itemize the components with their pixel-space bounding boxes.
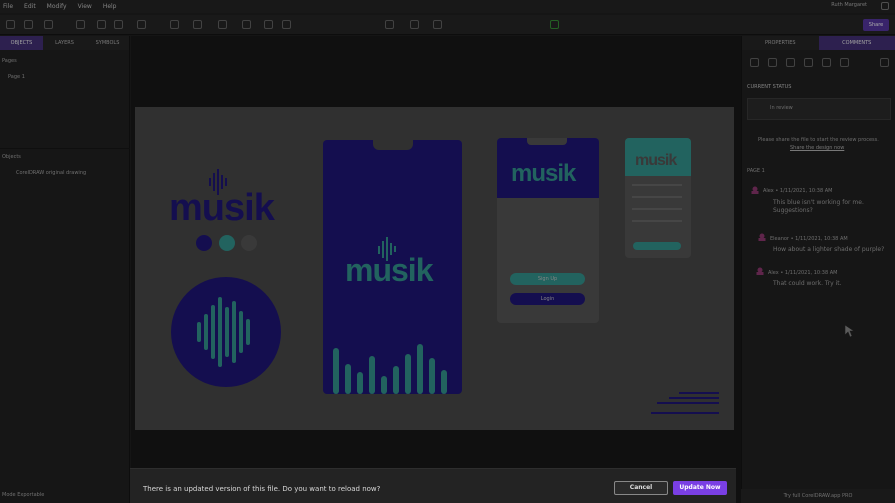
undo-icon[interactable] [24,20,33,29]
review-note: Please share the file to start the revie… [758,137,879,143]
status-value: In review [770,105,793,111]
comment-text: This blue isn't working for me. Suggesti… [773,199,864,214]
menu-edit[interactable]: Edit [24,3,36,10]
zoom-icon[interactable] [76,20,85,29]
tab-symbols[interactable]: SYMBOLS [86,36,129,50]
cancel-button[interactable]: Cancel [614,481,668,495]
login-header: musik [497,138,599,198]
form-line [632,184,682,186]
form-wordmark: musik [635,152,677,169]
phone-form-mock: musik [625,138,691,258]
pages-label: Pages [2,58,17,64]
menu-help[interactable]: Help [103,3,117,10]
divider [0,148,130,149]
menu-view[interactable]: View [78,3,92,10]
user-avatar-icon [756,267,764,275]
menu-modify[interactable]: Modify [47,3,67,10]
text-tool-icon[interactable] [264,20,273,29]
user-avatar-icon [751,186,759,194]
share-design-link[interactable]: Share the design now [790,145,844,151]
user-icon[interactable] [881,2,889,10]
phone-equalizer [333,344,447,394]
right-panel: PROPERTIES COMMENTS CURRENT STATUS In re… [741,36,895,503]
status-section-title: CURRENT STATUS [747,84,792,90]
objects-label: Objects [2,154,21,160]
settings-icon[interactable] [880,58,889,67]
form-line [632,220,682,222]
login-pill: Login [510,293,585,305]
comment-text: How about a lighter shade of purple? [773,246,885,253]
user-avatar-icon [758,233,766,241]
login-wordmark: musik [511,160,576,187]
share-button[interactable]: Share [863,19,889,31]
left-panel: OBJECTS LAYERS SYMBOLS Pages Page 1 Obje… [0,36,130,503]
update-notification-bar: There is an updated version of this file… [130,468,736,503]
comment-author: Alex • 1/11/2021, 10:38 AM [768,270,838,276]
form-button [633,242,681,250]
app-icon[interactable] [6,20,15,29]
tab-layers[interactable]: LAYERS [43,36,86,50]
pointer-tool-icon[interactable] [170,20,179,29]
phone-splash-mock: musik [323,140,462,394]
align-icon[interactable] [385,20,394,29]
toolbar: Share [0,15,895,35]
phone-login-mock: musik Sign Up Login [497,138,599,323]
form-line [632,196,682,198]
pin-icon[interactable] [786,58,795,67]
mouse-cursor-icon [844,324,854,338]
menu-bar: File Edit Modify View Help Ruth Margaret [0,0,895,13]
tab-comments[interactable]: COMMENTS [818,36,895,50]
export-icon[interactable] [114,20,123,29]
login-notch [527,138,567,145]
comment-author: Eleanor • 1/11/2021, 10:38 AM [770,236,848,242]
print-icon[interactable] [97,20,106,29]
comment-tool-icon[interactable] [750,58,759,67]
ellipse-icon[interactable] [840,58,849,67]
tab-properties[interactable]: PROPERTIES [742,36,819,50]
upgrade-banner[interactable]: Try full CorelDRAW.app PRO [741,489,895,503]
user-menu[interactable]: Ruth Margaret [831,2,867,8]
snap-icon[interactable] [137,20,146,29]
artboard[interactable]: musik musik musik Sign Up Login musik [135,107,734,430]
shape-tool-icon[interactable] [193,20,202,29]
mode-label: Mode Exportable [2,492,45,498]
footer-note [651,392,721,416]
redo-icon[interactable] [44,20,53,29]
tab-objects[interactable]: OBJECTS [0,36,43,50]
status-dropdown[interactable]: In review [747,98,891,120]
crop-tool-icon[interactable] [242,20,251,29]
form-line [632,208,682,210]
update-now-button[interactable]: Update Now [673,481,727,495]
swatch-teal [219,235,235,251]
pen-tool-icon[interactable] [218,20,227,29]
pen-icon[interactable] [768,58,777,67]
comment-author: Alex • 1/11/2021, 10:38 AM [763,188,833,194]
logo-wordmark: musik [169,187,275,229]
rect-icon[interactable] [822,58,831,67]
arrange-icon[interactable] [410,20,419,29]
ruler-icon[interactable] [804,58,813,67]
phone-notch [373,140,413,150]
update-message: There is an updated version of this file… [143,485,381,493]
status-icon [550,20,559,29]
swatch-grey [241,235,257,251]
comment-text: That could work. Try it. [773,280,842,287]
signup-pill: Sign Up [510,273,585,285]
circle-logo [171,277,281,387]
menu-file[interactable]: File [3,3,13,10]
object-item[interactable]: CorelDRAW original drawing [16,170,86,176]
page-item[interactable]: Page 1 [8,74,25,80]
form-header: musik [625,138,691,176]
lock-icon[interactable] [433,20,442,29]
page-filter[interactable]: PAGE 1 [747,168,765,174]
fill-tool-icon[interactable] [282,20,291,29]
swatch-navy [196,235,212,251]
phone-wordmark: musik [345,252,433,288]
